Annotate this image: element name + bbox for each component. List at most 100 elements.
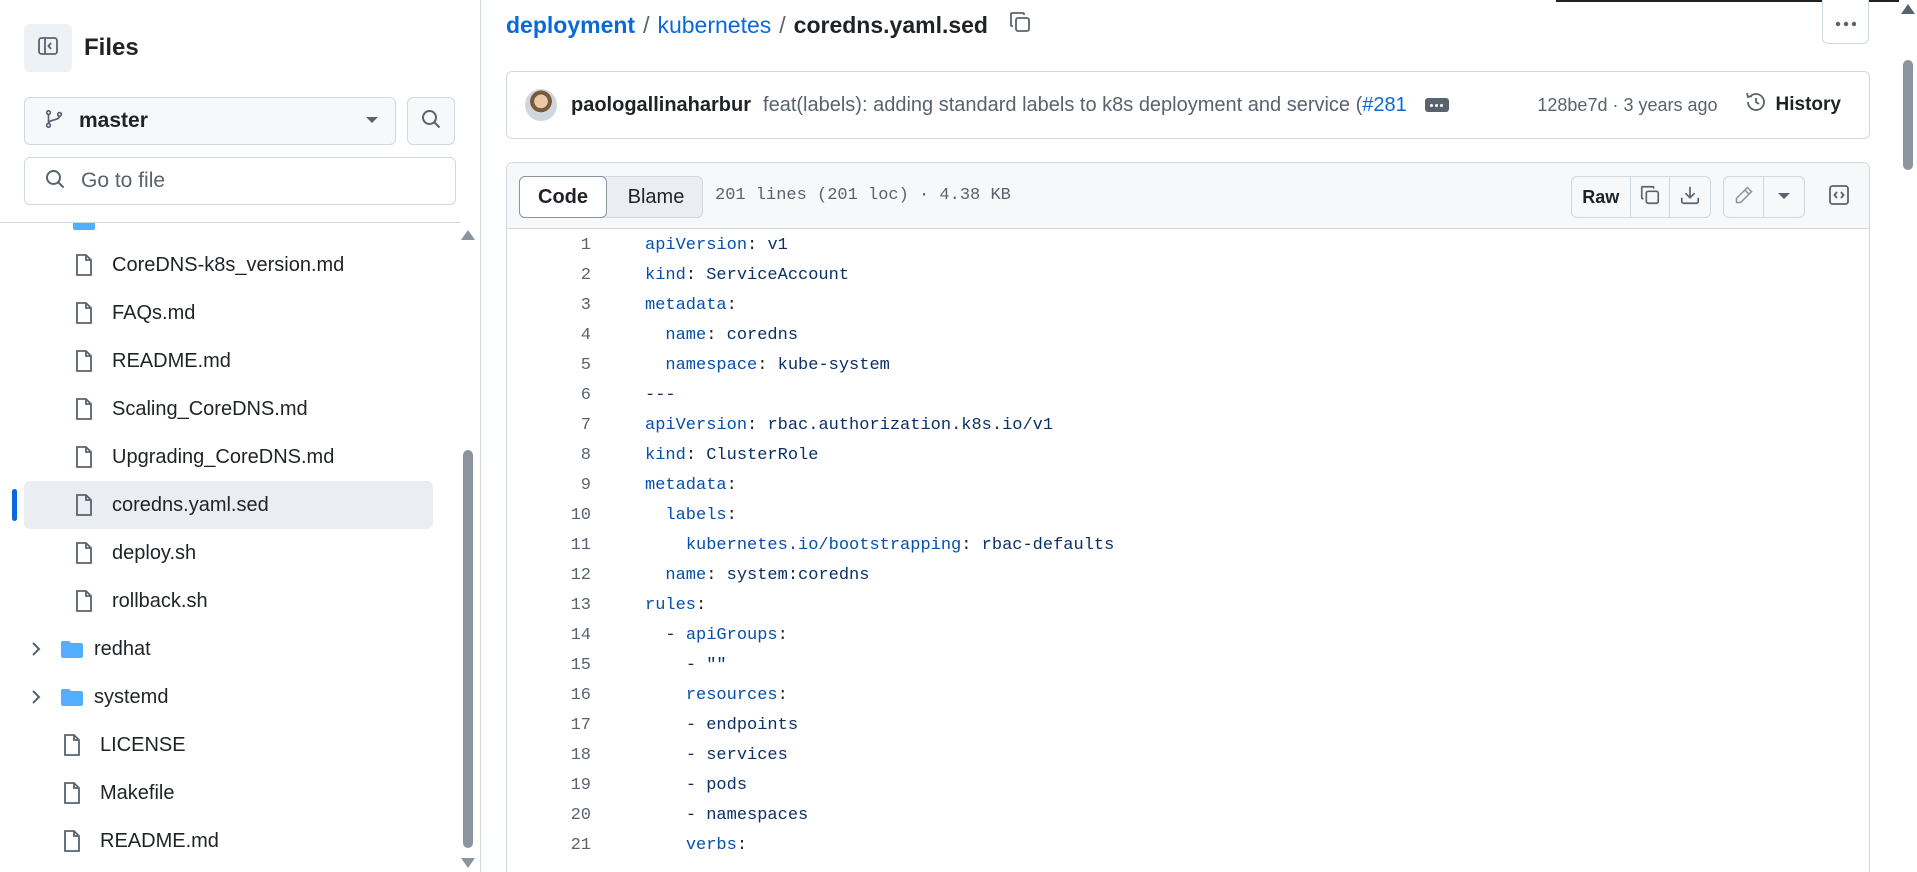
code-line: 5 namespace: kube-system xyxy=(507,350,1869,380)
line-number[interactable]: 7 xyxy=(507,416,591,435)
page-scrollbar[interactable] xyxy=(1899,0,1917,872)
line-number[interactable]: 3 xyxy=(507,296,591,315)
commit-pr-link[interactable]: #281 xyxy=(1362,94,1407,116)
line-number[interactable]: 19 xyxy=(507,776,591,795)
file-info: 201 lines (201 loc) · 4.38 KB xyxy=(715,186,1011,205)
line-number[interactable]: 18 xyxy=(507,746,591,765)
tree-item-folder[interactable]: systemd xyxy=(24,673,433,721)
copy-path-button[interactable] xyxy=(1008,10,1032,40)
yaml-colon: : xyxy=(961,535,982,555)
line-number[interactable]: 9 xyxy=(507,476,591,495)
tree-item-file[interactable]: Scaling_CoreDNS.md xyxy=(72,385,433,433)
tree-item-file[interactable]: README.md xyxy=(72,337,433,385)
tree-item-file-active[interactable]: coredns.yaml.sed xyxy=(24,481,433,529)
branch-selector[interactable]: master xyxy=(24,97,396,145)
copy-raw-button[interactable] xyxy=(1631,177,1671,217)
edit-button-group xyxy=(1723,176,1805,218)
scroll-up-arrow[interactable] xyxy=(461,230,475,240)
line-number[interactable]: 6 xyxy=(507,386,591,405)
line-number[interactable]: 4 xyxy=(507,326,591,345)
active-item-indicator xyxy=(12,489,17,521)
line-number[interactable]: 2 xyxy=(507,266,591,285)
tree-item-file[interactable]: LICENSE xyxy=(60,721,433,769)
commit-author[interactable]: paologallinaharbur xyxy=(571,94,751,117)
chevron-right-icon[interactable] xyxy=(24,685,48,709)
yaml-key: kubernetes.io/bootstrapping xyxy=(685,535,962,555)
tree-item-file[interactable]: deploy.sh xyxy=(72,529,433,577)
sidebar-scrollbar[interactable] xyxy=(458,222,478,872)
edit-options-dropdown[interactable] xyxy=(1764,177,1804,217)
symbols-panel-button[interactable] xyxy=(1819,176,1859,218)
line-number[interactable]: 5 xyxy=(507,356,591,375)
collapse-sidebar-button[interactable] xyxy=(24,24,72,72)
tree-item-file[interactable]: Upgrading_CoreDNS.md xyxy=(72,433,433,481)
code-line: 2 kind: ServiceAccount xyxy=(507,260,1869,290)
code-line: 4 name: coredns xyxy=(507,320,1869,350)
line-number[interactable]: 16 xyxy=(507,686,591,705)
yaml-value: - namespaces xyxy=(685,805,809,825)
commit-message[interactable]: feat(labels): adding standard labels to … xyxy=(763,94,1407,117)
folder-icon xyxy=(72,223,96,231)
sidebar-collapse-icon xyxy=(36,34,60,63)
line-number[interactable]: 8 xyxy=(507,446,591,465)
line-content: - pods xyxy=(645,776,747,795)
file-icon xyxy=(72,397,96,421)
tree-item-file[interactable]: rollback.sh xyxy=(72,577,433,625)
yaml-value: - services xyxy=(685,745,788,765)
breadcrumb-dir-link[interactable]: kubernetes xyxy=(657,12,771,39)
line-number[interactable]: 12 xyxy=(507,566,591,585)
tree-item-file[interactable]: FAQs.md xyxy=(72,289,433,337)
line-number[interactable]: 13 xyxy=(507,596,591,615)
download-button[interactable] xyxy=(1670,177,1710,217)
more-options-button[interactable] xyxy=(1822,0,1869,44)
scroll-up-arrow[interactable] xyxy=(1901,4,1915,14)
tree-item-file[interactable]: CoreDNS-k8s_version.md xyxy=(72,241,433,289)
line-number[interactable]: 11 xyxy=(507,536,591,555)
yaml-key: verbs xyxy=(685,835,737,855)
line-content: - endpoints xyxy=(645,716,798,735)
search-files-button[interactable] xyxy=(407,97,455,145)
code-line: 7 apiVersion: rbac.authorization.k8s.io/v… xyxy=(507,410,1869,440)
scroll-thumb[interactable] xyxy=(1903,60,1913,170)
go-to-file-input[interactable] xyxy=(81,169,421,193)
line-number[interactable]: 21 xyxy=(507,836,591,855)
chevron-down-icon xyxy=(365,112,379,130)
commit-meta[interactable]: 128be7d · 3 years ago xyxy=(1537,95,1717,116)
file-icon xyxy=(72,445,96,469)
tree-item-label: README.md xyxy=(112,349,231,372)
tree-item-folder[interactable]: redhat xyxy=(24,625,433,673)
tab-blame[interactable]: Blame xyxy=(608,177,704,217)
line-number[interactable]: 17 xyxy=(507,716,591,735)
code-line: 17 - endpoints xyxy=(507,710,1869,740)
commit-message-text[interactable]: feat(labels): adding standard labels to … xyxy=(763,94,1362,116)
yaml-value: --- xyxy=(645,385,676,405)
avatar[interactable] xyxy=(525,89,557,121)
chevron-right-icon[interactable] xyxy=(24,637,48,661)
code-line: 13 rules: xyxy=(507,590,1869,620)
line-number[interactable]: 15 xyxy=(507,656,591,675)
yaml-colon: : xyxy=(706,565,727,585)
yaml-colon: : xyxy=(685,265,707,285)
history-button[interactable]: History xyxy=(1734,85,1851,125)
raw-button[interactable]: Raw xyxy=(1572,177,1631,217)
yaml-key: rules xyxy=(645,595,697,615)
scroll-thumb[interactable] xyxy=(463,450,473,848)
tree-item-file[interactable]: README.md xyxy=(60,817,433,865)
breadcrumb-root-link[interactable]: deployment xyxy=(506,12,635,39)
tree-item-label: rollback.sh xyxy=(112,589,208,612)
tab-code[interactable]: Code xyxy=(519,176,607,218)
line-content: - namespaces xyxy=(645,806,808,825)
edit-file-button[interactable] xyxy=(1724,177,1764,217)
line-number[interactable]: 20 xyxy=(507,806,591,825)
line-number[interactable]: 1 xyxy=(507,236,591,255)
line-number[interactable]: 10 xyxy=(507,506,591,525)
expand-commit-message-button[interactable] xyxy=(1424,98,1449,112)
raw-button-group: Raw xyxy=(1571,176,1711,218)
go-to-file-field[interactable] xyxy=(24,157,456,205)
tree-item-file[interactable]: Makefile xyxy=(60,769,433,817)
line-number[interactable]: 14 xyxy=(507,626,591,645)
scroll-down-arrow[interactable] xyxy=(461,858,475,868)
